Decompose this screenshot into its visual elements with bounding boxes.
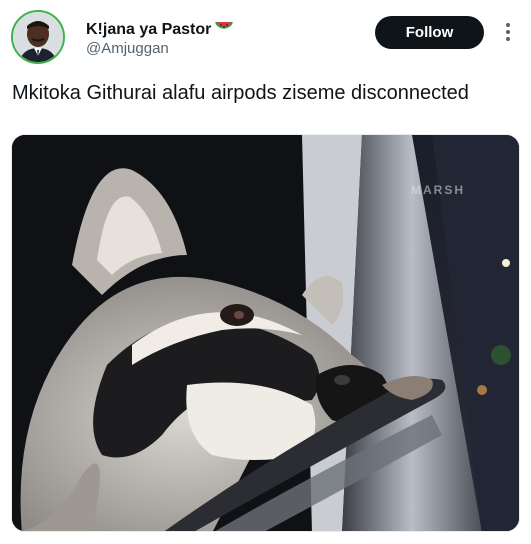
author-name-row: K!jana ya Pastor bbox=[86, 19, 234, 40]
more-vertical-icon[interactable] bbox=[499, 18, 517, 46]
avatar[interactable] bbox=[11, 10, 65, 64]
author-display-name[interactable]: K!jana ya Pastor bbox=[86, 21, 211, 39]
tweet-media[interactable]: MARSH bbox=[11, 134, 520, 532]
follow-button[interactable]: Follow bbox=[375, 16, 484, 49]
media-watermark: MARSH bbox=[411, 183, 465, 197]
avatar-image bbox=[13, 12, 63, 62]
tweet-text: Mkitoka Githurai alafu airpods ziseme di… bbox=[12, 82, 469, 104]
watermelon-icon bbox=[215, 19, 234, 40]
author-handle[interactable]: @Amjuggan bbox=[86, 40, 169, 57]
tweet-header: K!jana ya Pastor @Amjuggan Follow bbox=[0, 0, 531, 80]
